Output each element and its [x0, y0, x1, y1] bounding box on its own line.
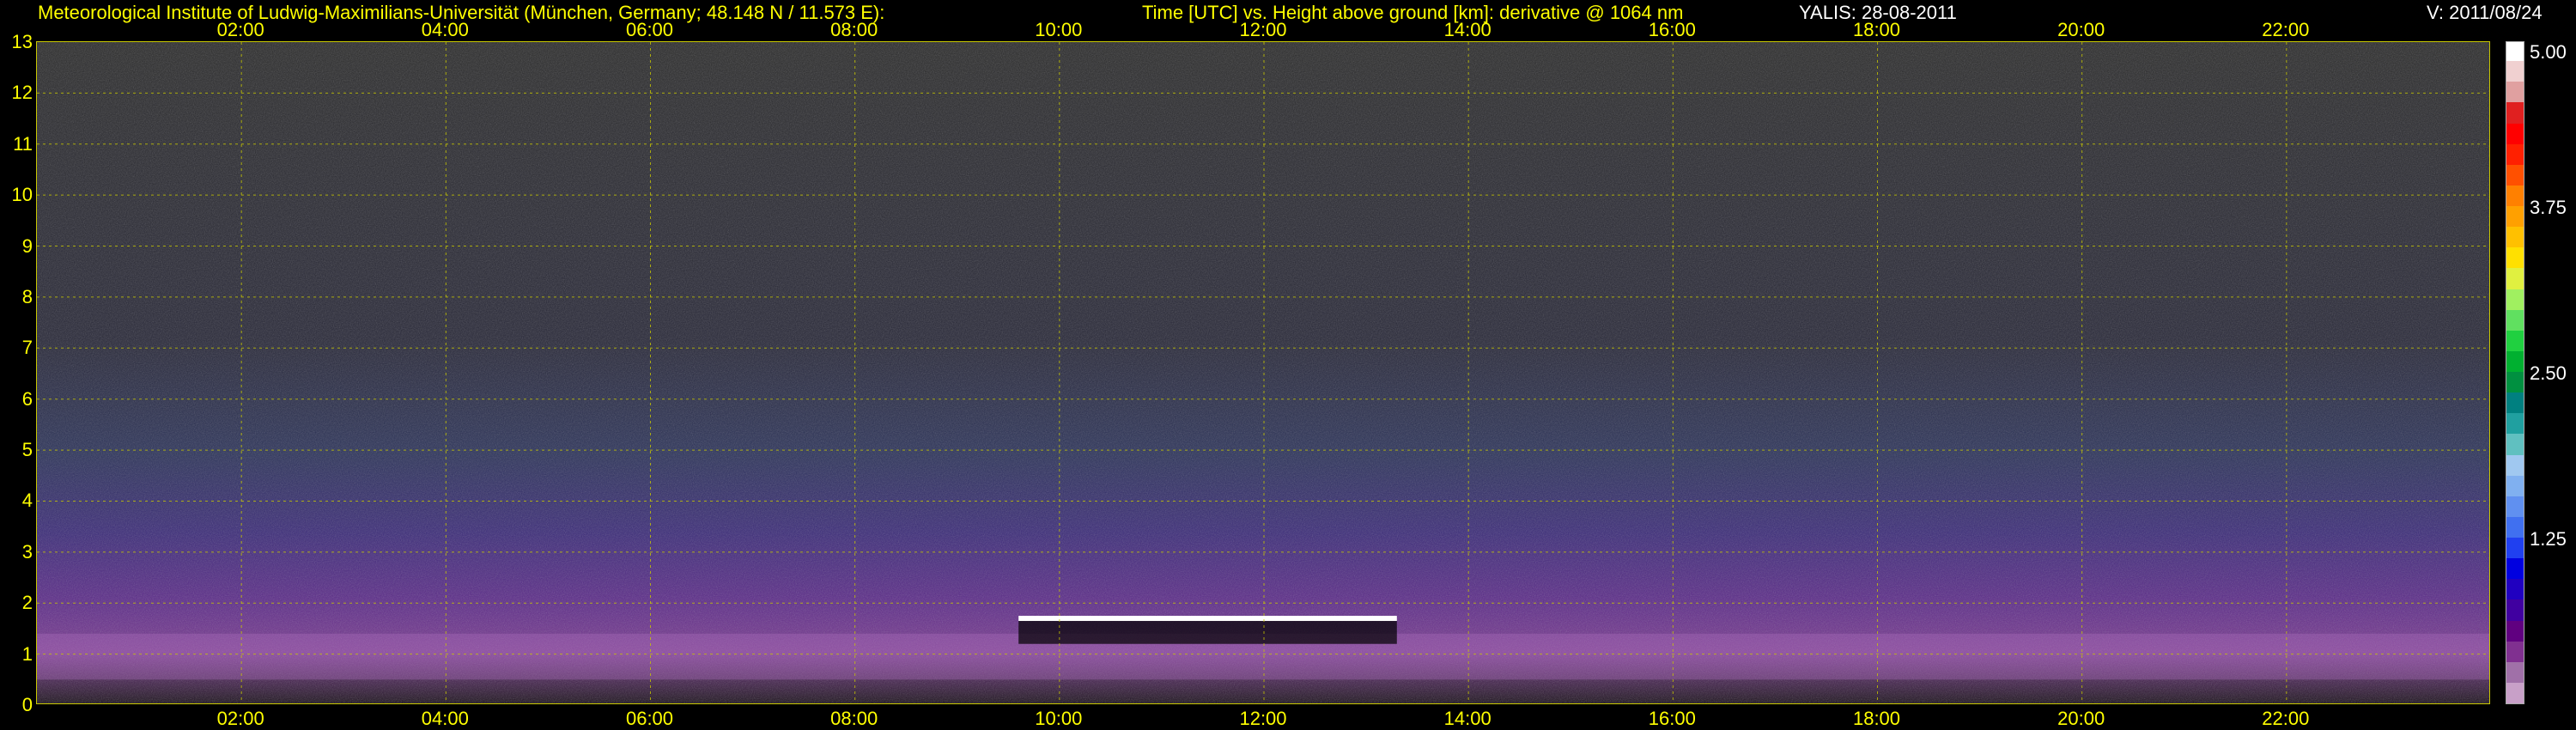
colorbar-segment — [2506, 392, 2524, 414]
x-tick-label-top: 04:00 — [421, 19, 469, 40]
lidar-heatmap — [37, 42, 2489, 703]
colorbar-segment — [2506, 143, 2524, 165]
colorbar-tick-label: 3.75 — [2530, 197, 2567, 218]
x-tick-label-bottom: 10:00 — [1035, 708, 1083, 729]
colorbar-segment — [2506, 537, 2524, 559]
lidar-plot-area — [36, 41, 2490, 704]
y-tick-label: 5 — [21, 439, 33, 461]
colorbar-segment — [2506, 619, 2524, 642]
y-tick-label: 11 — [13, 132, 33, 155]
colorbar-segment — [2506, 163, 2524, 186]
colorbar-segment — [2506, 557, 2524, 580]
x-tick-label-bottom: 18:00 — [1852, 708, 1901, 729]
x-tick-label-bottom: 16:00 — [1648, 708, 1696, 729]
y-tick-label: 12 — [11, 82, 33, 104]
x-tick-label-bottom: 02:00 — [216, 708, 264, 729]
y-tick-label: 8 — [21, 285, 33, 307]
colorbar-segment — [2506, 599, 2524, 621]
colorbar-segment — [2506, 184, 2524, 206]
y-tick-label: 9 — [21, 234, 33, 257]
x-tick-label-top: 14:00 — [1443, 19, 1492, 40]
cloud-shadow — [1018, 621, 1397, 644]
x-tick-label-bottom: 20:00 — [2057, 708, 2105, 729]
colorbar — [2506, 41, 2524, 704]
colorbar-segment — [2506, 81, 2524, 103]
colorbar-segment — [2506, 495, 2524, 517]
colorbar-segment — [2506, 474, 2524, 496]
x-tick-label-bottom: 08:00 — [830, 708, 878, 729]
x-tick-label-top: 20:00 — [2057, 19, 2105, 40]
x-tick-label-top: 16:00 — [1648, 19, 1696, 40]
colorbar-segment — [2506, 578, 2524, 600]
colorbar-segment — [2506, 122, 2524, 144]
colorbar-segment — [2506, 681, 2524, 703]
colorbar-segment — [2506, 329, 2524, 351]
x-tick-label-top: 12:00 — [1239, 19, 1287, 40]
x-tick-label-bottom: 12:00 — [1239, 708, 1287, 729]
colorbar-segment — [2506, 515, 2524, 538]
colorbar-segment — [2506, 288, 2524, 310]
chart-title: Time [UTC] vs. Height above ground [km]:… — [1142, 2, 1684, 23]
colorbar-segment — [2506, 371, 2524, 393]
x-tick-label-bottom: 22:00 — [2262, 708, 2310, 729]
colorbar-segment — [2506, 640, 2524, 662]
colorbar-segment — [2506, 60, 2524, 82]
cloud-layer — [1018, 616, 1397, 622]
y-tick-label: 13 — [11, 31, 33, 52]
colorbar-segment — [2506, 101, 2524, 124]
y-tick-label: 2 — [21, 592, 33, 614]
y-tick-label: 4 — [21, 490, 33, 512]
colorbar-segment — [2506, 226, 2524, 248]
y-tick-label: 0 — [21, 694, 33, 715]
y-tick-label: 10 — [11, 184, 33, 206]
colorbar-tick-label: 1.25 — [2530, 528, 2567, 550]
x-tick-label-bottom: 04:00 — [421, 708, 469, 729]
y-tick-label: 3 — [21, 540, 33, 563]
colorbar-segment — [2506, 267, 2524, 289]
colorbar-segment — [2506, 433, 2524, 455]
x-tick-label-top: 18:00 — [1852, 19, 1901, 40]
x-tick-label-top: 22:00 — [2262, 19, 2310, 40]
colorbar-segment — [2506, 246, 2524, 269]
y-tick-label: 1 — [21, 642, 33, 665]
colorbar-segment — [2506, 42, 2524, 62]
y-tick-label: 7 — [21, 337, 33, 359]
colorbar-segment — [2506, 350, 2524, 372]
x-tick-label-bottom: 14:00 — [1443, 708, 1492, 729]
colorbar-segment — [2506, 660, 2524, 683]
colorbar-segment — [2506, 308, 2524, 331]
x-tick-label-top: 10:00 — [1035, 19, 1083, 40]
x-tick-label-bottom: 06:00 — [625, 708, 674, 729]
colorbar-segment — [2506, 205, 2524, 228]
x-tick-label-top: 06:00 — [625, 19, 674, 40]
colorbar-segment — [2506, 453, 2524, 476]
colorbar-segment — [2506, 412, 2524, 435]
x-tick-label-top: 02:00 — [216, 19, 264, 40]
colorbar-tick-label: 2.50 — [2530, 362, 2567, 384]
y-tick-label: 6 — [21, 387, 33, 410]
x-tick-label-top: 08:00 — [830, 19, 878, 40]
version-label: V: 2011/08/24 — [2427, 2, 2543, 23]
colorbar-tick-label: 5.00 — [2530, 41, 2567, 63]
